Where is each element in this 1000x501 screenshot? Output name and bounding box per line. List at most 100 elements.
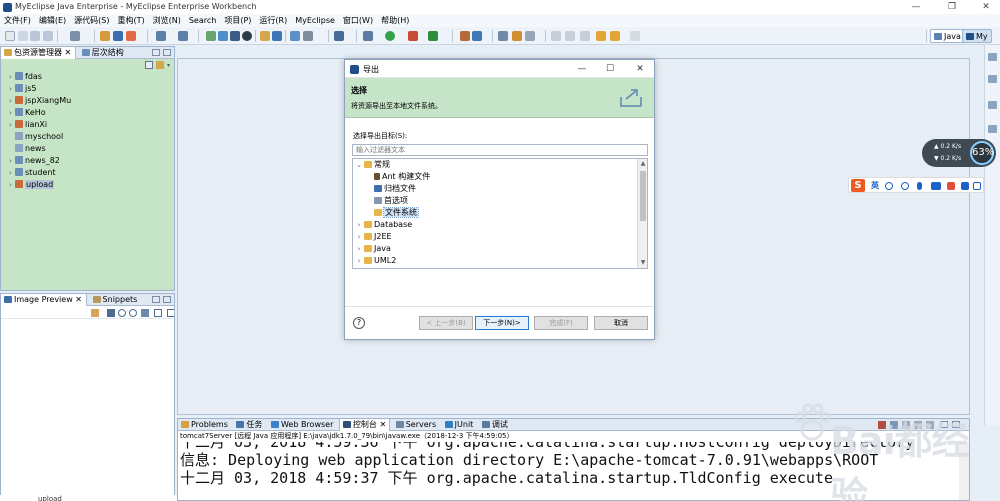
dropdown-icon[interactable]: [18, 31, 28, 41]
globe-icon[interactable]: [230, 31, 240, 41]
perspective-java-button[interactable]: Java: [930, 29, 965, 43]
outline-icon[interactable]: [988, 53, 997, 61]
tab-tasks[interactable]: 任务: [233, 419, 265, 431]
deploy-icon[interactable]: [100, 31, 110, 41]
moon-icon[interactable]: [885, 182, 893, 190]
project-item[interactable]: › jspXiangMu: [1, 95, 174, 107]
project-item[interactable]: › KeHo: [1, 107, 174, 119]
expand-chevron-icon[interactable]: ›: [9, 119, 14, 131]
close-window-button[interactable]: ✕: [972, 0, 1000, 14]
tree-item-j2ee[interactable]: › J2EE: [353, 231, 647, 243]
prev-annotation-icon[interactable]: [580, 31, 590, 41]
dialog-maximize-button[interactable]: ☐: [601, 62, 619, 76]
expand-chevron-icon[interactable]: ›: [9, 83, 14, 95]
back-button[interactable]: < 上一步(B): [419, 316, 473, 330]
pin-icon[interactable]: [525, 31, 535, 41]
project-item[interactable]: › lianXi: [1, 119, 174, 131]
open-type-icon[interactable]: [272, 31, 282, 41]
console-icon[interactable]: [334, 31, 344, 41]
help-icon[interactable]: ?: [353, 317, 365, 329]
search-icon[interactable]: [472, 31, 482, 41]
tab-debug[interactable]: 调试: [479, 419, 511, 431]
skin-icon[interactable]: [961, 182, 969, 190]
project-item[interactable]: › fdas: [1, 71, 174, 83]
project-item[interactable]: news: [1, 143, 174, 155]
collapse-chevron-icon[interactable]: ⌄: [355, 159, 363, 171]
perspective-myeclipse-button[interactable]: My: [962, 29, 992, 43]
tab-hierarchy[interactable]: 层次结构: [79, 47, 128, 59]
save-icon[interactable]: [30, 31, 40, 41]
menu-window[interactable]: 窗口(W): [339, 14, 377, 27]
back-icon[interactable]: [596, 31, 606, 41]
link-with-editor-icon[interactable]: [156, 61, 164, 69]
tree-item-ant[interactable]: Ant 构建文件: [353, 171, 647, 183]
connect-icon[interactable]: [206, 31, 216, 41]
fit-icon[interactable]: [107, 309, 115, 317]
project-item[interactable]: myschool: [1, 131, 174, 143]
view-options-icon[interactable]: [154, 309, 162, 317]
expand-chevron-icon[interactable]: ›: [355, 255, 363, 267]
tab-package-explorer[interactable]: 包资源管理器 ✕: [1, 47, 77, 59]
expand-chevron-icon[interactable]: ›: [9, 179, 14, 191]
tab-web-browser[interactable]: Web Browser: [268, 419, 336, 431]
tools-icon[interactable]: [303, 31, 313, 41]
new-wizard-icon[interactable]: [156, 31, 166, 41]
dialog-close-button[interactable]: ✕: [631, 62, 649, 76]
next-annotation-icon[interactable]: [565, 31, 575, 41]
tab-problems[interactable]: Problems: [178, 419, 231, 431]
scroll-down-icon[interactable]: ▼: [638, 258, 647, 268]
menu-refactor[interactable]: 重构(T): [113, 14, 148, 27]
collapse-all-icon[interactable]: [145, 61, 153, 69]
menu-navigate[interactable]: 浏览(N): [149, 14, 185, 27]
tree-item-preferences[interactable]: 首选项: [353, 195, 647, 207]
refresh-icon[interactable]: [91, 309, 99, 317]
keyboard-icon[interactable]: [931, 182, 941, 190]
task-list-icon[interactable]: [988, 75, 997, 83]
new-class-icon[interactable]: [178, 31, 188, 41]
tab-image-preview[interactable]: Image Preview ✕: [1, 294, 87, 306]
settings-icon[interactable]: [167, 309, 174, 317]
last-edit-icon[interactable]: [630, 31, 640, 41]
external-tools-icon[interactable]: [408, 31, 418, 41]
original-size-icon[interactable]: [141, 309, 149, 317]
run-server-icon[interactable]: [428, 31, 438, 41]
cancel-button[interactable]: 取消: [594, 316, 648, 330]
tab-snippets[interactable]: Snippets: [90, 294, 142, 306]
finish-button[interactable]: 完成(F): [534, 316, 588, 330]
record-icon[interactable]: [242, 31, 252, 41]
task-icon[interactable]: [460, 31, 470, 41]
run-icon[interactable]: [385, 31, 395, 41]
expand-chevron-icon[interactable]: ›: [9, 107, 14, 119]
minimize-view-icon[interactable]: [152, 49, 160, 56]
maximize-view-icon[interactable]: [163, 49, 171, 56]
open-folder-icon[interactable]: [260, 31, 270, 41]
expand-chevron-icon[interactable]: ›: [355, 231, 363, 243]
tree-item-java[interactable]: › Java: [353, 243, 647, 255]
web-icon[interactable]: [290, 31, 300, 41]
collapse-icon[interactable]: [551, 31, 561, 41]
project-item[interactable]: › news_82: [1, 155, 174, 167]
zoom-out-icon[interactable]: [129, 309, 137, 317]
scrollbar-thumb[interactable]: [640, 171, 646, 221]
minimize-view-icon[interactable]: [152, 296, 160, 303]
expand-chevron-icon[interactable]: ›: [9, 155, 14, 167]
print-icon[interactable]: [70, 31, 80, 41]
dialog-minimize-button[interactable]: —: [573, 62, 591, 76]
menu-project[interactable]: 项目(P): [220, 14, 255, 27]
filter-input[interactable]: [352, 144, 648, 156]
tree-item-archive[interactable]: 归档文件: [353, 183, 647, 195]
microphone-icon[interactable]: [917, 182, 922, 190]
tab-console[interactable]: 控制台 ✕: [338, 419, 391, 431]
annotation-icon[interactable]: [498, 31, 508, 41]
minimize-button[interactable]: —: [902, 0, 930, 14]
tab-servers[interactable]: Servers: [393, 419, 439, 431]
properties-icon[interactable]: [988, 101, 997, 109]
project-item[interactable]: › student: [1, 167, 174, 179]
server-icon[interactable]: [113, 31, 123, 41]
next-button[interactable]: 下一步(N)>: [475, 316, 529, 330]
tree-scrollbar[interactable]: ▲ ▼: [637, 159, 647, 268]
menu-help[interactable]: 帮助(H): [377, 14, 413, 27]
menu-myeclipse[interactable]: MyEclipse: [291, 14, 339, 27]
new-icon[interactable]: [5, 31, 15, 41]
tree-item-general[interactable]: ⌄ 常规: [353, 159, 647, 171]
